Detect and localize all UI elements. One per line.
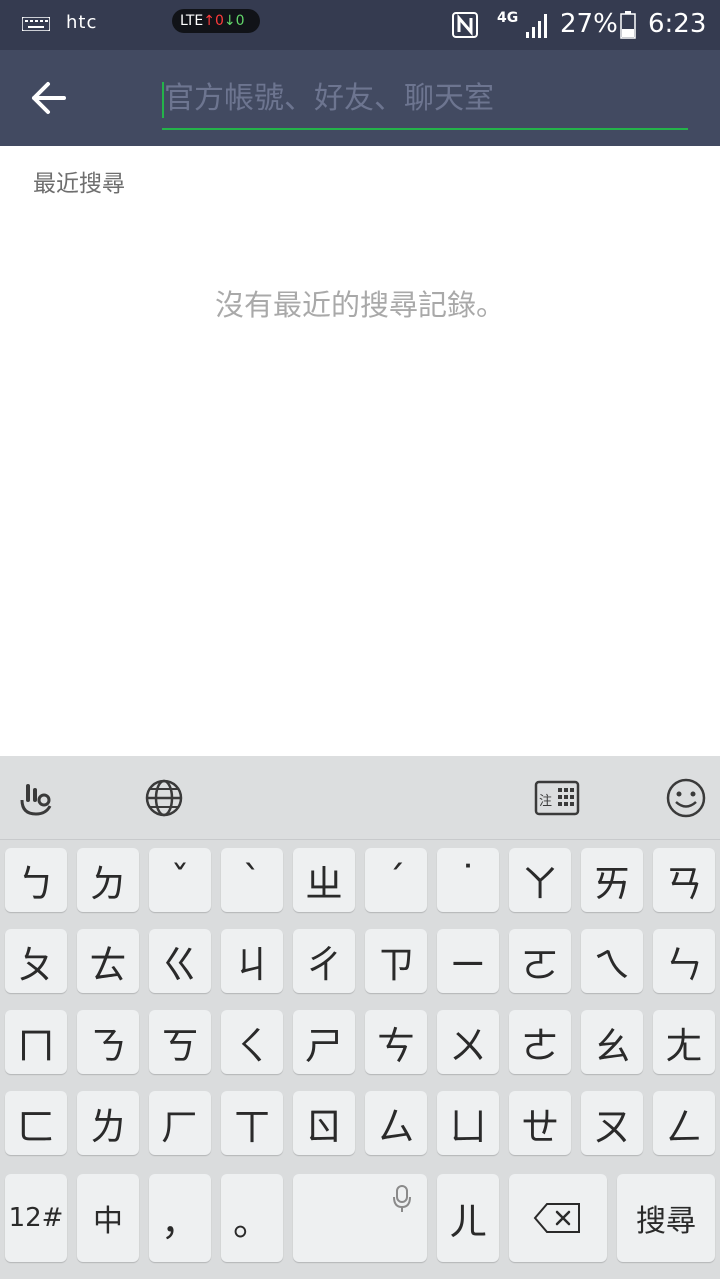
key-ao[interactable]: ㄠ bbox=[581, 1010, 643, 1074]
key-ch[interactable]: ㄔ bbox=[293, 929, 355, 993]
key-eh[interactable]: ㄝ bbox=[509, 1091, 571, 1155]
key-tone5[interactable]: ˙ bbox=[437, 848, 499, 912]
globe-icon bbox=[145, 779, 183, 817]
key-q[interactable]: ㄑ bbox=[221, 1010, 283, 1074]
key-ou[interactable]: ㄡ bbox=[581, 1091, 643, 1155]
key-o[interactable]: ㄛ bbox=[509, 929, 571, 993]
keyboard-icon bbox=[22, 17, 50, 31]
key-a[interactable]: ㄚ bbox=[509, 848, 571, 912]
clock: 6:23 bbox=[648, 9, 707, 39]
zhuyin-layout-icon: 注 bbox=[534, 780, 580, 816]
key-tone3[interactable]: ˇ bbox=[149, 848, 211, 912]
touchpal-button[interactable] bbox=[16, 776, 60, 820]
key-z[interactable]: ㄗ bbox=[365, 929, 427, 993]
empty-state-message: 沒有最近的搜尋記錄。 bbox=[214, 288, 505, 322]
key-yu[interactable]: ㄩ bbox=[437, 1091, 499, 1155]
key-r[interactable]: ㄖ bbox=[293, 1091, 355, 1155]
key-i[interactable]: ㄧ bbox=[437, 929, 499, 993]
key-p[interactable]: ㄆ bbox=[5, 929, 67, 993]
key-l[interactable]: ㄌ bbox=[77, 1091, 139, 1155]
brand-label: htc bbox=[66, 12, 98, 33]
emoji-button[interactable] bbox=[664, 776, 708, 820]
search-input[interactable] bbox=[162, 70, 688, 126]
key-h[interactable]: ㄏ bbox=[149, 1091, 211, 1155]
numbers-key[interactable]: 12# bbox=[5, 1174, 67, 1262]
text-caret bbox=[162, 82, 164, 118]
recent-searches-title: 最近搜尋 bbox=[33, 171, 125, 197]
search-header bbox=[0, 50, 720, 146]
lte-indicator: LTE↑0↓0 bbox=[172, 9, 260, 33]
key-ai[interactable]: ㄞ bbox=[581, 848, 643, 912]
key-ang[interactable]: ㄤ bbox=[653, 1010, 715, 1074]
key-g[interactable]: ㄍ bbox=[149, 929, 211, 993]
nfc-icon bbox=[452, 12, 478, 38]
key-en[interactable]: ㄣ bbox=[653, 929, 715, 993]
battery-icon bbox=[620, 11, 636, 39]
touchpal-icon bbox=[20, 784, 52, 816]
backspace-icon bbox=[533, 1203, 580, 1233]
key-e[interactable]: ㄜ bbox=[509, 1010, 571, 1074]
chinese-mode-key[interactable]: 中 bbox=[77, 1174, 139, 1262]
key-zh[interactable]: ㄓ bbox=[293, 848, 355, 912]
soft-keyboard: 注 ㄅ ㄉ ˇ ˋ ㄓ ˊ ˙ ㄚ ㄞ ㄢ ㄆ ㄊ ㄍ ㄐ ㄔ ㄗ ㄧ ㄛ ㄟ … bbox=[0, 756, 720, 1279]
key-an[interactable]: ㄢ bbox=[653, 848, 715, 912]
period-key[interactable]: 。 bbox=[221, 1174, 283, 1262]
key-s[interactable]: ㄙ bbox=[365, 1091, 427, 1155]
lte-label: LTE bbox=[180, 13, 204, 29]
layout-label: 注 bbox=[539, 794, 552, 809]
comma-key[interactable]: ， bbox=[149, 1174, 211, 1262]
lte-down: ↓0 bbox=[223, 13, 245, 29]
language-button[interactable] bbox=[142, 776, 186, 820]
key-sh[interactable]: ㄕ bbox=[293, 1010, 355, 1074]
layout-switch-button[interactable]: 注 bbox=[534, 776, 580, 820]
keyboard-toolbar: 注 bbox=[0, 756, 720, 840]
search-field[interactable] bbox=[162, 70, 688, 130]
key-er[interactable]: ㄦ bbox=[437, 1174, 499, 1262]
key-d[interactable]: ㄉ bbox=[77, 848, 139, 912]
arrow-left-icon bbox=[32, 82, 66, 114]
back-button[interactable] bbox=[20, 74, 78, 122]
key-n[interactable]: ㄋ bbox=[77, 1010, 139, 1074]
lte-up: ↑0 bbox=[203, 13, 224, 29]
key-tone2[interactable]: ˊ bbox=[365, 848, 427, 912]
key-tone4[interactable]: ˋ bbox=[221, 848, 283, 912]
key-x[interactable]: ㄒ bbox=[221, 1091, 283, 1155]
key-t[interactable]: ㄊ bbox=[77, 929, 139, 993]
key-b[interactable]: ㄅ bbox=[5, 848, 67, 912]
signal-icon bbox=[526, 14, 547, 38]
microphone-icon bbox=[393, 1185, 411, 1212]
key-u[interactable]: ㄨ bbox=[437, 1010, 499, 1074]
emoji-icon bbox=[666, 778, 706, 818]
key-j[interactable]: ㄐ bbox=[221, 929, 283, 993]
backspace-key[interactable] bbox=[509, 1174, 607, 1262]
battery-percent: 27% bbox=[560, 9, 618, 39]
search-key[interactable]: 搜尋 bbox=[617, 1174, 715, 1262]
network-type: 4G bbox=[497, 10, 519, 26]
key-k[interactable]: ㄎ bbox=[149, 1010, 211, 1074]
key-eng[interactable]: ㄥ bbox=[653, 1091, 715, 1155]
key-c[interactable]: ㄘ bbox=[365, 1010, 427, 1074]
status-bar: htc LTE↑0↓0 4G 27% 6:23 bbox=[0, 0, 720, 50]
space-key[interactable] bbox=[293, 1174, 427, 1262]
key-f[interactable]: ㄈ bbox=[5, 1091, 67, 1155]
key-ei[interactable]: ㄟ bbox=[581, 929, 643, 993]
key-m[interactable]: ㄇ bbox=[5, 1010, 67, 1074]
